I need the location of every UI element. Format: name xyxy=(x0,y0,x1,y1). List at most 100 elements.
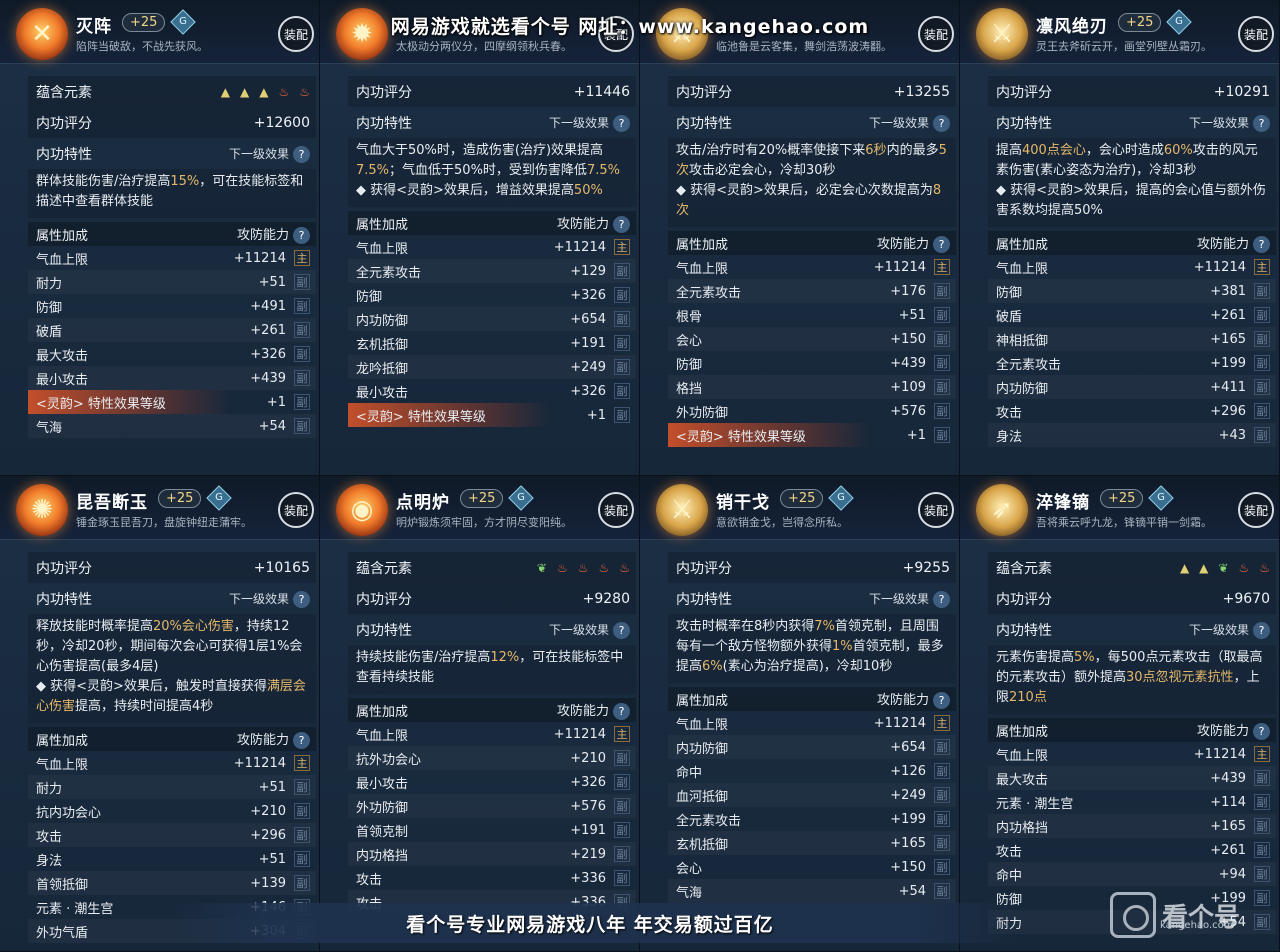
neigong-card[interactable]: ⚔ 凛风绝刃 +25 G 灵王去斧斫云开，画堂列壁丛霜刃。 装配 内功评分 +10291 内功特… xyxy=(960,0,1280,476)
attribute-name: 最大攻击 xyxy=(36,348,89,364)
help-icon[interactable]: ? xyxy=(293,227,310,244)
attribute-header: 属性加成 攻防能力? xyxy=(28,727,316,751)
neigong-card[interactable]: ⚔ 临池鲁是云客集，舞剑浩荡波涛翻。 装配 内功评分 +13255 内功特性 下一级效果? 攻… xyxy=(640,0,960,476)
next-level-label: 下一级效果 xyxy=(868,591,929,606)
fire-element-icon: ♨ xyxy=(619,560,630,575)
attribute-row: 全元素攻击 +199 副 xyxy=(668,807,956,831)
next-level-effect[interactable]: 下一级效果? xyxy=(549,621,630,639)
next-level-effect[interactable]: 下一级效果? xyxy=(1189,621,1270,639)
attribute-name: 根骨 xyxy=(676,309,703,325)
attribute-value: +176 xyxy=(890,283,926,299)
attribute-value: +296 xyxy=(250,827,286,843)
attribute-name: 全元素攻击 xyxy=(996,357,1062,373)
footer-banner: 看个号专业网易游戏八年 年交易额过百亿 xyxy=(165,903,1015,943)
help-icon[interactable]: ? xyxy=(1253,236,1270,253)
attribute-name: 身法 xyxy=(996,429,1023,445)
equip-button[interactable]: 装配 xyxy=(278,16,314,52)
help-icon[interactable]: ? xyxy=(293,590,310,608)
attribute-name: 格挡 xyxy=(676,381,703,397)
equip-button[interactable]: 装配 xyxy=(598,492,634,528)
sub-stat-tag: 副 xyxy=(294,851,310,867)
next-level-effect[interactable]: 下一级效果? xyxy=(869,590,950,608)
atk-def-label-wrap[interactable]: 攻防能力? xyxy=(237,224,310,244)
trait-row: 内功特性 下一级效果? xyxy=(348,107,636,138)
next-level-effect[interactable]: 下一级效果? xyxy=(549,114,630,132)
neigong-flavor-text: 临池鲁是云客集，舞剑浩荡波涛翻。 xyxy=(716,40,892,53)
attribute-row: 抗外功会心 +210 副 xyxy=(348,746,636,770)
card-body: 内功评分 +10291 内功特性 下一级效果? 提高400点会心，会心时造成60%攻击的… xyxy=(988,76,1276,447)
atk-def-label-wrap[interactable]: 攻防能力? xyxy=(557,700,630,720)
attribute-value: +165 xyxy=(1210,331,1246,347)
neigong-card[interactable]: ✹ 太极动分两仪分，四摩纲领秋兵春。 装配 内功评分 +11446 内功特性 下一级效果? 气… xyxy=(320,0,640,476)
atk-def-label-wrap[interactable]: 攻防能力? xyxy=(1197,233,1270,253)
atk-def-label-wrap[interactable]: 攻防能力? xyxy=(557,213,630,233)
next-level-effect[interactable]: 下一级效果? xyxy=(869,114,950,132)
help-icon[interactable]: ? xyxy=(613,216,630,233)
help-icon[interactable]: ? xyxy=(293,732,310,749)
score-label: 内功评分 xyxy=(676,84,732,101)
neigong-name: 凛风绝刃 xyxy=(1036,17,1108,37)
attribute-name: 内功格挡 xyxy=(996,820,1049,836)
attribute-value: +51 xyxy=(258,851,286,867)
sub-stat-tag: 副 xyxy=(614,822,630,838)
next-level-label: 下一级效果 xyxy=(1188,622,1249,637)
help-icon[interactable]: ? xyxy=(1253,114,1270,132)
sub-stat-tag: 副 xyxy=(934,283,950,299)
attribute-value: +1 xyxy=(266,394,286,410)
atk-def-label: 攻防能力 xyxy=(876,693,929,708)
equip-button[interactable]: 装配 xyxy=(278,492,314,528)
element-icons: ❦ ♨ ♨ ♨ ♨ xyxy=(537,561,630,575)
attribute-name: 防御 xyxy=(996,285,1023,301)
trait-text: ◆ 获得<灵韵>效果后，增益效果提高 xyxy=(356,183,574,198)
arrow-icon: ➶ xyxy=(976,484,1028,536)
element-icons: ▲ ▲ ▲ ♨ ♨ xyxy=(221,85,310,99)
atk-def-label: 攻防能力 xyxy=(1196,237,1249,252)
next-level-effect[interactable]: 下一级效果? xyxy=(1189,114,1270,132)
help-icon[interactable]: ? xyxy=(613,114,630,132)
attribute-name: 内功防御 xyxy=(676,741,729,757)
help-icon[interactable]: ? xyxy=(613,621,630,639)
next-level-label: 下一级效果 xyxy=(228,591,289,606)
main-stat-tag: 主 xyxy=(614,239,630,255)
main-stat-tag: 主 xyxy=(1254,746,1270,762)
help-icon[interactable]: ? xyxy=(933,236,950,253)
score-value: +10291 xyxy=(1213,83,1270,100)
atk-def-label-wrap[interactable]: 攻防能力? xyxy=(877,233,950,253)
help-icon[interactable]: ? xyxy=(1253,723,1270,740)
neigong-card[interactable]: ✺ 昆吾断玉 +25 G 锤金琢玉昆吾刀，盘旋钟纽走蒲牢。 装配 内功评分 +10165 内功特… xyxy=(0,476,320,952)
atk-def-label-wrap[interactable]: 攻防能力? xyxy=(237,729,310,749)
equip-button[interactable]: 装配 xyxy=(1238,16,1274,52)
attribute-name: 会心 xyxy=(676,333,703,349)
attribute-row: 内功防御 +654 副 xyxy=(668,735,956,759)
attribute-list: 气血上限 +11214 主内功防御 +654 副命中 +126 副血河抵御 +249 副全元素攻… xyxy=(668,711,956,903)
attribute-row: 气海 +54 副 xyxy=(28,414,316,438)
neigong-card-grid: ✕ 灭阵 +25 G 陷阵当破敌，不战先获风。 装配 蕴含元素 ▲ ▲ ▲ ♨ ♨ 内功评分 +12600… xyxy=(0,0,1280,952)
atk-def-label-wrap[interactable]: 攻防能力? xyxy=(877,689,950,709)
score-label: 内功评分 xyxy=(996,84,1052,101)
atk-def-label-wrap[interactable]: 攻防能力? xyxy=(1197,720,1270,740)
highlight-value: 7% xyxy=(814,619,835,634)
neigong-card[interactable]: ➶ 淬锋镝 +25 G 吾将乘云呼九龙，锋镝平销一剑霜。 装配 蕴含元素 ▲ ▲ ❦ ♨ ♨ 内功评分 +… xyxy=(960,476,1280,952)
help-icon[interactable]: ? xyxy=(613,703,630,720)
help-icon[interactable]: ? xyxy=(933,590,950,608)
next-level-effect[interactable]: 下一级效果? xyxy=(229,145,310,163)
help-icon[interactable]: ? xyxy=(933,692,950,709)
sub-stat-tag: 副 xyxy=(294,298,310,314)
help-icon[interactable]: ? xyxy=(1253,621,1270,639)
neigong-card[interactable]: ✕ 灭阵 +25 G 陷阵当破敌，不战先获风。 装配 蕴含元素 ▲ ▲ ▲ ♨ ♨ 内功评分 +12600… xyxy=(0,0,320,476)
equip-button[interactable]: 装配 xyxy=(918,492,954,528)
score-row: 内功评分 +9280 xyxy=(348,583,636,614)
main-stat-tag: 主 xyxy=(934,259,950,275)
gold-blade-icon: ⚔ xyxy=(656,484,708,536)
sub-stat-tag: 副 xyxy=(934,307,950,323)
main-stat-tag: 主 xyxy=(614,726,630,742)
equip-button[interactable]: 装配 xyxy=(1238,492,1274,528)
help-icon[interactable]: ? xyxy=(293,145,310,163)
next-level-effect[interactable]: 下一级效果? xyxy=(229,590,310,608)
neigong-card[interactable]: ◉ 点明炉 +25 G 明炉锻炼须牢固，方才阴尽变阳纯。 装配 蕴含元素 ❦ ♨ ♨ ♨ ♨ 内功评分 +… xyxy=(320,476,640,952)
help-icon[interactable]: ? xyxy=(933,114,950,132)
sub-stat-tag: 副 xyxy=(294,322,310,338)
attribute-name: 内功防御 xyxy=(996,381,1049,397)
sub-stat-tag: 副 xyxy=(934,883,950,899)
neigong-card[interactable]: ⚔ 销干戈 +25 G 意欲销金戈，岂得念所私。 装配 内功评分 +9255 内功特性 下一级效果… xyxy=(640,476,960,952)
